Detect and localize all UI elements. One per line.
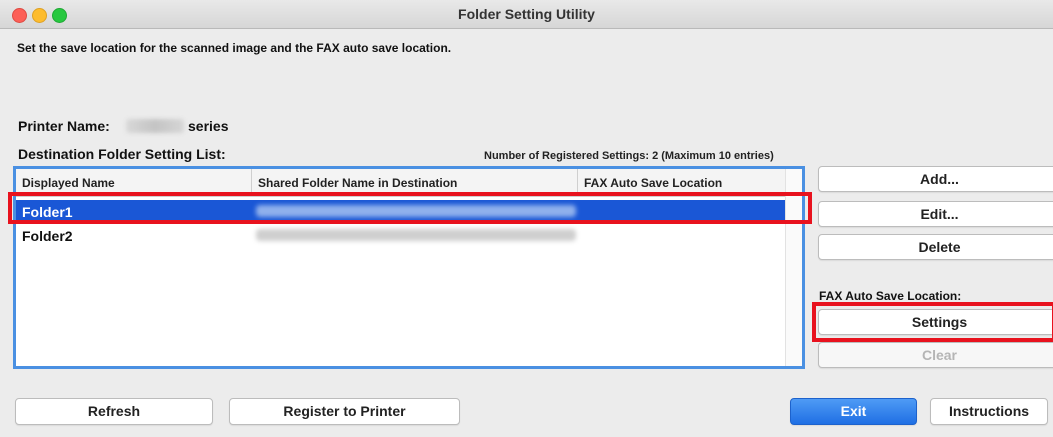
add-button[interactable]: Add... [818,166,1053,192]
list-scroll-area[interactable] [785,169,802,366]
column-header-shared-folder[interactable]: Shared Folder Name in Destination [252,169,578,196]
edit-button[interactable]: Edit... [818,201,1053,227]
row-shared-folder-redacted [256,229,576,241]
column-header-fax-auto-save[interactable]: FAX Auto Save Location [578,169,788,196]
register-to-printer-button[interactable]: Register to Printer [229,398,460,425]
destination-list-label: Destination Folder Setting List: [18,146,226,162]
printer-name-suffix: series [188,118,229,134]
folder-setting-window: Folder Setting Utility Set the save loca… [0,0,1053,437]
fax-clear-button[interactable]: Clear [818,342,1053,368]
refresh-button[interactable]: Refresh [15,398,213,425]
registered-count-text: Number of Registered Settings: 2 (Maximu… [484,150,774,162]
fax-settings-button[interactable]: Settings [818,309,1053,335]
destination-folder-list[interactable]: Displayed Name Shared Folder Name in Des… [13,166,805,369]
printer-name-label: Printer Name: [18,118,110,134]
instructions-button[interactable]: Instructions [930,398,1048,425]
column-header-displayed-name[interactable]: Displayed Name [16,169,252,196]
list-header: Displayed Name Shared Folder Name in Des… [16,169,802,197]
description-text: Set the save location for the scanned im… [17,41,452,55]
exit-button[interactable]: Exit [790,398,917,425]
fax-auto-save-label: FAX Auto Save Location: [819,289,962,303]
title-bar[interactable]: Folder Setting Utility [0,0,1053,29]
delete-button[interactable]: Delete [818,234,1053,260]
list-row-folder2[interactable]: Folder2 [16,224,802,246]
row-displayed-name: Folder1 [22,204,73,220]
printer-name-redacted [126,119,184,133]
list-row-folder1[interactable]: Folder1 [16,200,802,222]
window-title: Folder Setting Utility [458,6,595,22]
row-shared-folder-redacted [256,205,576,217]
row-displayed-name: Folder2 [22,228,73,244]
